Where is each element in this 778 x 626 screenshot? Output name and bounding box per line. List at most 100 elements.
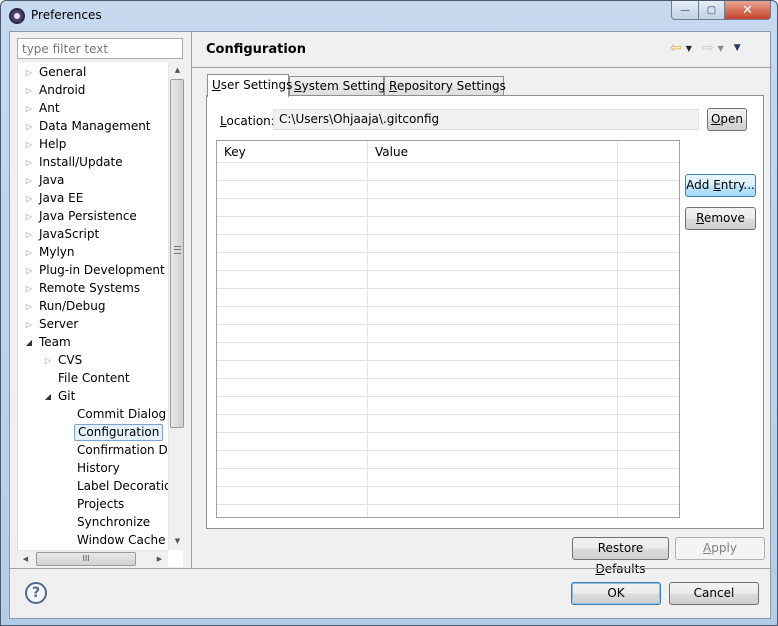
tree-item[interactable]: ▷ Install/Update <box>22 153 126 171</box>
tree-horizontal-scrollbar[interactable]: ◀ III ▶ <box>17 550 168 567</box>
expand-arrow-icon[interactable]: ▷ <box>22 118 36 136</box>
tree-item[interactable]: ▷ JavaScript <box>22 225 102 243</box>
expand-arrow-icon[interactable]: ▷ <box>22 190 36 208</box>
table-row[interactable] <box>217 199 679 217</box>
tree-item[interactable]: Label Decorations <box>60 477 183 495</box>
help-icon[interactable]: ? <box>25 582 47 604</box>
expand-arrow-icon[interactable]: ▷ <box>22 208 36 226</box>
restore-defaults-button[interactable]: Restore Defaults <box>572 537 669 576</box>
maximize-button[interactable]: ▢ <box>699 1 725 20</box>
back-arrow-icon[interactable]: ⇦ <box>670 40 682 56</box>
cancel-button[interactable]: Cancel <box>669 582 759 605</box>
expand-arrow-icon[interactable]: ▷ <box>22 316 36 334</box>
tab-system-settings[interactable]: System Settings <box>289 76 392 96</box>
tree-item[interactable]: ▷ Java <box>22 171 67 189</box>
scroll-right-arrow-icon[interactable]: ▶ <box>151 551 168 568</box>
expand-arrow-icon[interactable]: ▷ <box>41 352 55 370</box>
tree-item[interactable]: ▷ Android <box>22 81 88 99</box>
expand-arrow-icon[interactable]: ▷ <box>22 226 36 244</box>
forward-arrow-icon[interactable]: ⇨ <box>702 40 714 56</box>
tree-item-label: Install/Update <box>39 155 123 169</box>
table-row[interactable] <box>217 289 679 307</box>
tree-item[interactable]: ▷ General <box>22 63 89 81</box>
tree-item[interactable]: Synchronize <box>60 513 153 531</box>
table-row[interactable] <box>217 505 679 517</box>
tree-item[interactable]: Window Cache <box>60 531 168 549</box>
minimize-button[interactable]: — <box>671 1 699 20</box>
table-row[interactable] <box>217 469 679 487</box>
tree-vertical-scrollbar[interactable]: ▲ ▼ <box>168 62 185 550</box>
expand-arrow-icon[interactable]: ▷ <box>22 172 36 190</box>
hscroll-thumb[interactable]: III <box>36 552 136 566</box>
config-table[interactable]: Key Value <box>216 140 680 518</box>
view-menu-icon[interactable]: ▼ <box>734 43 741 53</box>
location-field[interactable]: C:\Users\Ohjaaja\.gitconfig <box>273 109 699 130</box>
expand-arrow-icon[interactable]: ▷ <box>22 100 36 118</box>
tree-item[interactable]: History <box>60 459 123 477</box>
table-row[interactable] <box>217 235 679 253</box>
table-row[interactable] <box>217 307 679 325</box>
tree-item[interactable]: Commit Dialog <box>60 405 169 423</box>
tree-item[interactable]: ▷ Remote Systems <box>22 279 143 297</box>
table-row[interactable] <box>217 217 679 235</box>
scroll-left-arrow-icon[interactable]: ◀ <box>17 551 34 568</box>
expand-arrow-icon[interactable]: ▷ <box>22 136 36 154</box>
expand-arrow-icon[interactable]: ▷ <box>22 64 36 82</box>
expand-arrow-icon[interactable]: ▷ <box>22 82 36 100</box>
tree-item[interactable]: ▷ Java Persistence <box>22 207 140 225</box>
expand-arrow-icon[interactable]: ▷ <box>22 280 36 298</box>
tree-item[interactable]: ▷ Java EE <box>22 189 86 207</box>
tree-item[interactable]: ▷ Data Management <box>22 117 154 135</box>
scroll-thumb[interactable] <box>170 79 184 428</box>
tree-item-label: Commit Dialog <box>77 407 167 421</box>
collapse-arrow-icon[interactable]: ◢ <box>41 388 55 406</box>
scroll-down-arrow-icon[interactable]: ▼ <box>169 533 186 550</box>
apply-button[interactable]: Apply <box>675 537 765 560</box>
tree-item[interactable]: Projects <box>60 495 127 513</box>
collapse-arrow-icon[interactable]: ◢ <box>22 334 36 352</box>
table-row[interactable] <box>217 325 679 343</box>
tree-item[interactable]: ▷ Mylyn <box>22 243 78 261</box>
tree-item[interactable]: ▷ Plug-in Development <box>22 261 168 279</box>
table-row[interactable] <box>217 379 679 397</box>
tree-item[interactable]: ◢ Team <box>22 333 74 351</box>
filter-input[interactable] <box>17 38 183 59</box>
expand-arrow-icon[interactable]: ▷ <box>22 298 36 316</box>
close-button[interactable]: ✕ <box>725 1 771 20</box>
tree-item[interactable]: Confirmation Dialogs <box>60 441 183 459</box>
forward-dropdown-icon[interactable]: ▼ <box>718 44 724 53</box>
table-row[interactable] <box>217 253 679 271</box>
tree-item[interactable]: ▷ Run/Debug <box>22 297 109 315</box>
table-row[interactable] <box>217 415 679 433</box>
tab-user-settings[interactable]: User Settings <box>207 74 292 97</box>
table-row[interactable] <box>217 343 679 361</box>
table-row[interactable] <box>217 271 679 289</box>
tab-repository-settings[interactable]: Repository Settings <box>384 76 506 96</box>
tree-item[interactable]: ▷ Ant <box>22 99 63 117</box>
table-row[interactable] <box>217 181 679 199</box>
split-sash[interactable] <box>191 32 192 568</box>
table-row[interactable] <box>217 451 679 469</box>
back-dropdown-icon[interactable]: ▼ <box>686 44 692 53</box>
column-header-value[interactable]: Value <box>368 141 618 163</box>
tree-item[interactable]: ▷ CVS <box>41 351 85 369</box>
table-row[interactable] <box>217 487 679 505</box>
open-button[interactable]: Open <box>707 108 747 131</box>
expand-arrow-icon[interactable]: ▷ <box>22 244 36 262</box>
table-row[interactable] <box>217 397 679 415</box>
add-entry-button[interactable]: Add Entry... <box>685 174 756 197</box>
expand-arrow-icon[interactable]: ▷ <box>22 154 36 172</box>
ok-button[interactable]: OK <box>571 582 661 605</box>
tree-item[interactable]: ◢ Git <box>41 387 78 405</box>
tree-item[interactable]: File Content <box>41 369 133 387</box>
tree-item[interactable]: ▷ Help <box>22 135 69 153</box>
remove-button[interactable]: Remove <box>685 207 756 230</box>
expand-arrow-icon[interactable]: ▷ <box>22 262 36 280</box>
table-row[interactable] <box>217 433 679 451</box>
table-row[interactable] <box>217 361 679 379</box>
tree-item[interactable]: ▷ Server <box>22 315 81 333</box>
tree-item[interactable]: Configuration <box>60 423 164 441</box>
scroll-up-arrow-icon[interactable]: ▲ <box>169 62 186 79</box>
table-row[interactable] <box>217 163 679 181</box>
column-header-key[interactable]: Key <box>217 141 368 163</box>
